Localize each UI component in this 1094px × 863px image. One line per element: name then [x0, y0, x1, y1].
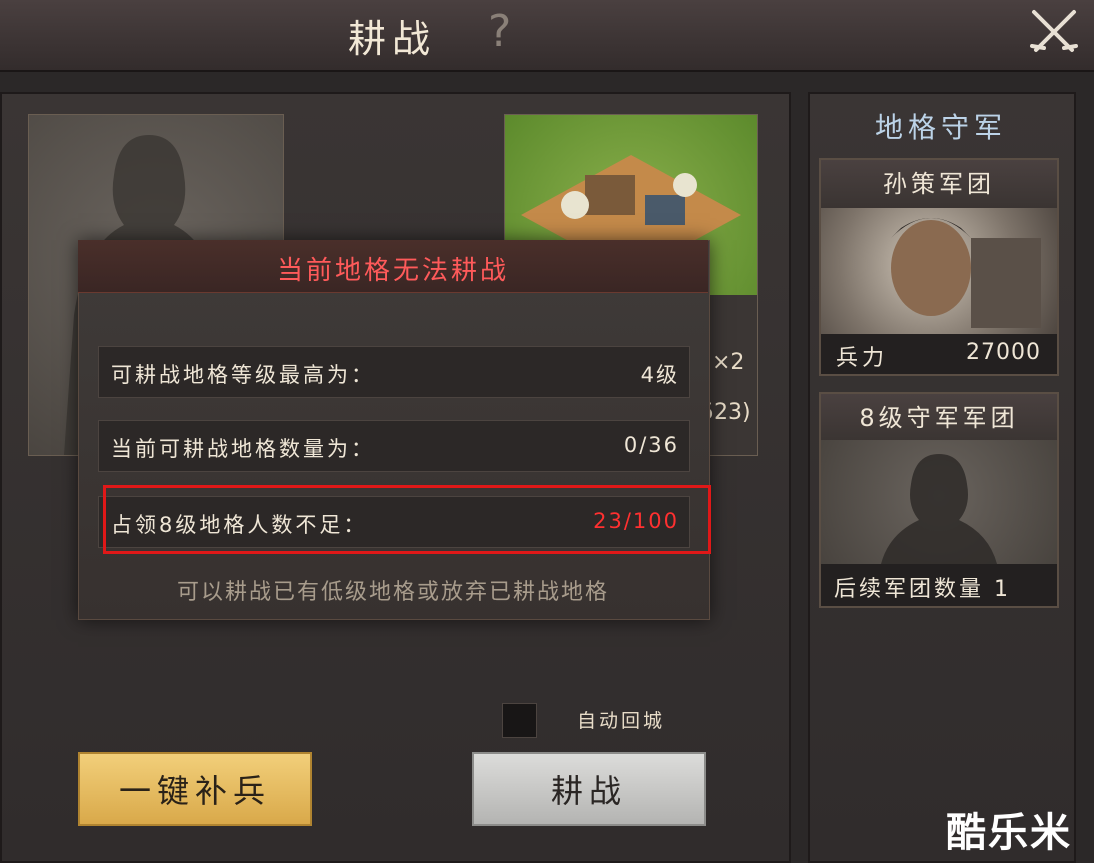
- help-icon[interactable]: ?: [488, 6, 511, 57]
- dialog-hint: 可以耕战已有低级地格或放弃已耕战地格: [176, 580, 609, 605]
- farm-battle-button[interactable]: 耕战: [472, 752, 706, 826]
- title-bar: [0, 0, 1094, 72]
- army-name: 孙策军团: [821, 160, 1057, 208]
- followup-army-count: 后续军团数量 1: [834, 577, 1011, 602]
- auto-return-checkbox[interactable]: [502, 703, 537, 738]
- garrison-silhouette: [821, 440, 1057, 564]
- replenish-button[interactable]: 一键补兵: [78, 752, 312, 826]
- dialog-title: 当前地格无法耕战: [276, 256, 509, 286]
- row-value: 0/36: [623, 433, 679, 457]
- crossed-swords-icon[interactable]: [1026, 6, 1082, 62]
- troop-value: 27000: [966, 340, 1041, 365]
- row-value: 4级: [640, 363, 679, 387]
- highlight-box: [103, 485, 711, 554]
- row-label: 可耕战地格等级最高为：: [111, 363, 375, 387]
- page-title: 耕战: [348, 17, 437, 61]
- general-portrait: [821, 208, 1057, 334]
- watermark: 酷乐米: [946, 810, 1072, 856]
- troop-label: 兵力: [836, 346, 889, 371]
- row-label: 当前可耕战地格数量为：: [111, 437, 375, 461]
- max-level-row: 可耕战地格等级最高为： 4级: [98, 346, 690, 398]
- tile-count-row: 当前可耕战地格数量为： 0/36: [98, 420, 690, 472]
- resource-multiplier: ×2: [712, 350, 745, 375]
- side-panel-title: 地格守军: [874, 111, 1007, 144]
- auto-return-label: 自动回城: [577, 710, 666, 732]
- army-name: 8级守军军团: [821, 394, 1057, 442]
